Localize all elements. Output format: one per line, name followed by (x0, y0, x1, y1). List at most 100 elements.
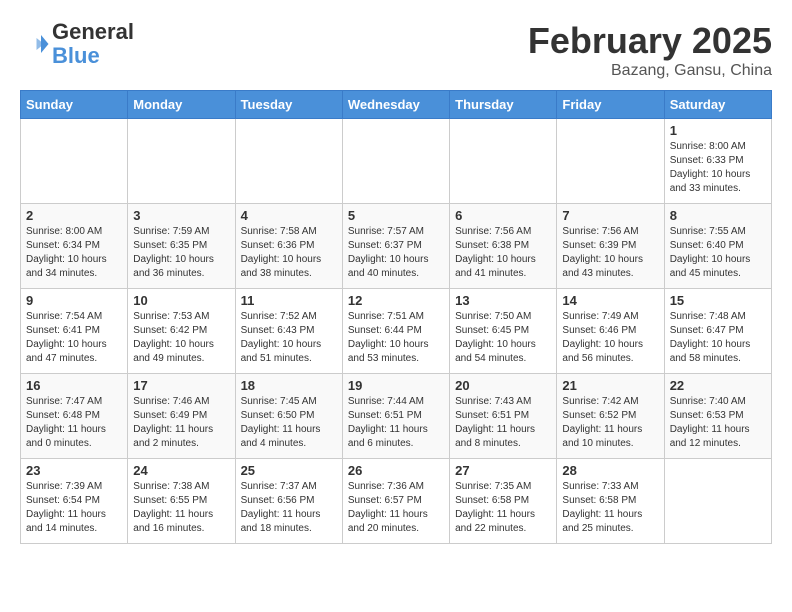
calendar-day-cell: 1Sunrise: 8:00 AM Sunset: 6:33 PM Daylig… (664, 119, 771, 204)
calendar-day-cell: 19Sunrise: 7:44 AM Sunset: 6:51 PM Dayli… (342, 374, 449, 459)
day-info: Sunrise: 7:49 AM Sunset: 6:46 PM Dayligh… (562, 310, 658, 366)
calendar-day-cell: 17 Sunrise: 7:46 AM Sunset: 6:49 PM Dayli… (128, 374, 235, 459)
day-info: Sunrise: 7:33 AM Sunset: 6:58 PM Dayligh… (562, 480, 658, 536)
title-area: February 2025 Bazang, Gansu, China (528, 20, 772, 80)
day-info: Sunrise: 7:43 AM Sunset: 6:51 PM Dayligh… (455, 395, 551, 451)
calendar-week-row: 9 Sunrise: 7:54 AM Sunset: 6:41 PM Daylig… (21, 289, 772, 374)
day-number: 14 (562, 293, 658, 308)
calendar-day-cell: 26Sunrise: 7:36 AM Sunset: 6:57 PM Dayli… (342, 459, 449, 544)
calendar-day-cell: 4 Sunrise: 7:58 AM Sunset: 6:36 PM Daylig… (235, 204, 342, 289)
day-info: Sunrise: 7:56 AM Sunset: 6:38 PM Dayligh… (455, 225, 551, 281)
calendar-day-cell: 23 Sunrise: 7:39 AM Sunset: 6:54 PM Dayli… (21, 459, 128, 544)
day-number: 12 (348, 293, 444, 308)
col-header-monday: Monday (128, 91, 235, 119)
logo-icon (20, 29, 50, 59)
day-number: 28 (562, 463, 658, 478)
day-number: 26 (348, 463, 444, 478)
day-number: 5 (348, 208, 444, 223)
calendar-day-cell: 25Sunrise: 7:37 AM Sunset: 6:56 PM Dayli… (235, 459, 342, 544)
day-number: 16 (26, 378, 122, 393)
calendar-day-cell: 3 Sunrise: 7:59 AM Sunset: 6:35 PM Daylig… (128, 204, 235, 289)
calendar-day-cell: 7 Sunrise: 7:56 AM Sunset: 6:39 PM Daylig… (557, 204, 664, 289)
day-info: Sunrise: 7:59 AM Sunset: 6:35 PM Dayligh… (133, 225, 229, 281)
calendar-day-cell (664, 459, 771, 544)
day-number: 20 (455, 378, 551, 393)
day-info: Sunrise: 7:48 AM Sunset: 6:47 PM Dayligh… (670, 310, 766, 366)
calendar-day-cell: 11 Sunrise: 7:52 AM Sunset: 6:43 PM Dayli… (235, 289, 342, 374)
day-number: 17 (133, 378, 229, 393)
calendar-day-cell (342, 119, 449, 204)
calendar-day-cell: 8 Sunrise: 7:55 AM Sunset: 6:40 PM Daylig… (664, 204, 771, 289)
day-info: Sunrise: 7:40 AM Sunset: 6:53 PM Dayligh… (670, 395, 766, 451)
calendar-day-cell: 10 Sunrise: 7:53 AM Sunset: 6:42 PM Dayli… (128, 289, 235, 374)
calendar-day-cell: 5 Sunrise: 7:57 AM Sunset: 6:37 PM Daylig… (342, 204, 449, 289)
calendar-day-cell: 9 Sunrise: 7:54 AM Sunset: 6:41 PM Daylig… (21, 289, 128, 374)
day-number: 22 (670, 378, 766, 393)
day-number: 7 (562, 208, 658, 223)
calendar-day-cell: 15Sunrise: 7:48 AM Sunset: 6:47 PM Dayli… (664, 289, 771, 374)
calendar-week-row: 16 Sunrise: 7:47 AM Sunset: 6:48 PM Dayli… (21, 374, 772, 459)
page-header: General Blue February 2025 Bazang, Gansu… (20, 20, 772, 80)
day-number: 3 (133, 208, 229, 223)
col-header-saturday: Saturday (664, 91, 771, 119)
calendar-day-cell: 16 Sunrise: 7:47 AM Sunset: 6:48 PM Dayli… (21, 374, 128, 459)
logo: General Blue (20, 20, 134, 68)
day-number: 24 (133, 463, 229, 478)
day-number: 4 (241, 208, 337, 223)
day-number: 11 (241, 293, 337, 308)
day-number: 9 (26, 293, 122, 308)
calendar-week-row: 23 Sunrise: 7:39 AM Sunset: 6:54 PM Dayli… (21, 459, 772, 544)
day-number: 27 (455, 463, 551, 478)
calendar-header-row: SundayMondayTuesdayWednesdayThursdayFrid… (21, 91, 772, 119)
day-info: Sunrise: 7:46 AM Sunset: 6:49 PM Dayligh… (133, 395, 229, 451)
day-number: 10 (133, 293, 229, 308)
calendar-table: SundayMondayTuesdayWednesdayThursdayFrid… (20, 90, 772, 544)
day-info: Sunrise: 7:58 AM Sunset: 6:36 PM Dayligh… (241, 225, 337, 281)
calendar-week-row: 1Sunrise: 8:00 AM Sunset: 6:33 PM Daylig… (21, 119, 772, 204)
day-info: Sunrise: 7:53 AM Sunset: 6:42 PM Dayligh… (133, 310, 229, 366)
day-number: 19 (348, 378, 444, 393)
day-info: Sunrise: 7:56 AM Sunset: 6:39 PM Dayligh… (562, 225, 658, 281)
day-info: Sunrise: 7:38 AM Sunset: 6:55 PM Dayligh… (133, 480, 229, 536)
calendar-day-cell: 18Sunrise: 7:45 AM Sunset: 6:50 PM Dayli… (235, 374, 342, 459)
calendar-day-cell (128, 119, 235, 204)
day-info: Sunrise: 7:51 AM Sunset: 6:44 PM Dayligh… (348, 310, 444, 366)
day-info: Sunrise: 7:54 AM Sunset: 6:41 PM Dayligh… (26, 310, 122, 366)
day-number: 2 (26, 208, 122, 223)
calendar-day-cell (21, 119, 128, 204)
calendar-day-cell: 14 Sunrise: 7:49 AM Sunset: 6:46 PM Dayli… (557, 289, 664, 374)
calendar-week-row: 2Sunrise: 8:00 AM Sunset: 6:34 PM Daylig… (21, 204, 772, 289)
day-info: Sunrise: 7:57 AM Sunset: 6:37 PM Dayligh… (348, 225, 444, 281)
calendar-day-cell: 13Sunrise: 7:50 AM Sunset: 6:45 PM Dayli… (450, 289, 557, 374)
calendar-day-cell: 12 Sunrise: 7:51 AM Sunset: 6:44 PM Dayli… (342, 289, 449, 374)
day-number: 23 (26, 463, 122, 478)
col-header-friday: Friday (557, 91, 664, 119)
calendar-day-cell: 27Sunrise: 7:35 AM Sunset: 6:58 PM Dayli… (450, 459, 557, 544)
location: Bazang, Gansu, China (528, 62, 772, 80)
calendar-day-cell: 21Sunrise: 7:42 AM Sunset: 6:52 PM Dayli… (557, 374, 664, 459)
day-info: Sunrise: 7:55 AM Sunset: 6:40 PM Dayligh… (670, 225, 766, 281)
day-number: 13 (455, 293, 551, 308)
month-title: February 2025 (528, 20, 772, 62)
calendar-day-cell: 24 Sunrise: 7:38 AM Sunset: 6:55 PM Dayli… (128, 459, 235, 544)
day-info: Sunrise: 7:39 AM Sunset: 6:54 PM Dayligh… (26, 480, 122, 536)
day-number: 25 (241, 463, 337, 478)
calendar-day-cell (450, 119, 557, 204)
day-info: Sunrise: 7:47 AM Sunset: 6:48 PM Dayligh… (26, 395, 122, 451)
col-header-sunday: Sunday (21, 91, 128, 119)
calendar-day-cell (235, 119, 342, 204)
col-header-wednesday: Wednesday (342, 91, 449, 119)
calendar-day-cell (557, 119, 664, 204)
col-header-tuesday: Tuesday (235, 91, 342, 119)
day-number: 21 (562, 378, 658, 393)
calendar-day-cell: 20 Sunrise: 7:43 AM Sunset: 6:51 PM Dayli… (450, 374, 557, 459)
day-number: 8 (670, 208, 766, 223)
calendar-day-cell: 2Sunrise: 8:00 AM Sunset: 6:34 PM Daylig… (21, 204, 128, 289)
calendar-day-cell: 22 Sunrise: 7:40 AM Sunset: 6:53 PM Dayli… (664, 374, 771, 459)
col-header-thursday: Thursday (450, 91, 557, 119)
calendar-day-cell: 6 Sunrise: 7:56 AM Sunset: 6:38 PM Daylig… (450, 204, 557, 289)
day-number: 6 (455, 208, 551, 223)
day-info: Sunrise: 7:52 AM Sunset: 6:43 PM Dayligh… (241, 310, 337, 366)
day-number: 18 (241, 378, 337, 393)
calendar-day-cell: 28 Sunrise: 7:33 AM Sunset: 6:58 PM Dayli… (557, 459, 664, 544)
